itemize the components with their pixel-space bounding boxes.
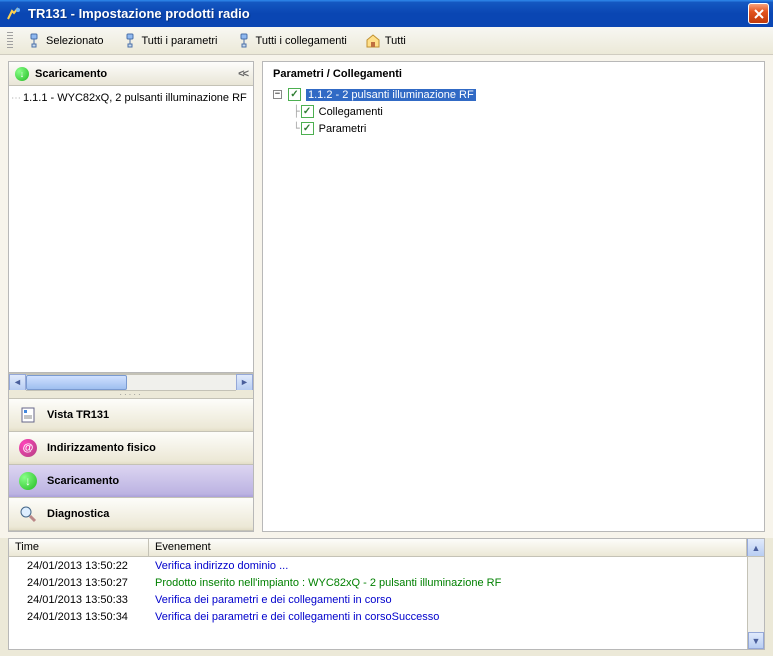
scroll-left-button[interactable]: ◄	[9, 374, 26, 391]
tree-child-links[interactable]: ├ Collegamenti	[273, 103, 754, 120]
checkbox-checked-icon[interactable]	[288, 88, 301, 101]
log-body: 24/01/2013 13:50:22Verifica indirizzo do…	[9, 557, 764, 649]
toolbar-selected[interactable]: Selezionato	[18, 29, 112, 53]
tree-item-label: 1.1.1 - WYC82xQ, 2 pulsanti illuminazion…	[23, 92, 247, 104]
scroll-up-button[interactable]: ▲	[747, 539, 764, 556]
toolbar-all-params-label: Tutti i parametri	[142, 35, 218, 47]
toolbar: Selezionato Tutti i parametri Tutti i co…	[0, 27, 773, 55]
log-row[interactable]: 24/01/2013 13:50:27Prodotto inserito nel…	[9, 574, 747, 591]
right-panel: Parametri / Collegamenti − 1.1.2 - 2 pul…	[262, 61, 765, 532]
params-tree[interactable]: − 1.1.2 - 2 pulsanti illuminazione RF ├ …	[273, 86, 754, 137]
tree-root-node[interactable]: − 1.1.2 - 2 pulsanti illuminazione RF	[273, 86, 754, 103]
log-time: 24/01/2013 13:50:22	[9, 560, 149, 572]
toolbar-all-label: Tutti	[385, 35, 406, 47]
splitter[interactable]: ·····	[9, 390, 253, 398]
toolbar-selected-label: Selezionato	[46, 35, 104, 47]
log-row[interactable]: 24/01/2013 13:50:22Verifica indirizzo do…	[9, 557, 747, 574]
sidebar-header[interactable]: ↓ Scaricamento <<	[9, 62, 253, 86]
collapse-button[interactable]: <<	[238, 68, 247, 80]
toolbar-grip	[7, 32, 13, 50]
tree-child-params[interactable]: └ Parametri	[273, 120, 754, 137]
tree-child-params-label: Parametri	[319, 123, 367, 135]
nav-addressing[interactable]: @ Indirizzamento fisico	[9, 432, 253, 465]
sidebar-tree[interactable]: ⋯ 1.1.1 - WYC82xQ, 2 pulsanti illuminazi…	[9, 86, 253, 373]
download-icon: ↓	[15, 67, 29, 81]
toolbar-all-links-label: Tutti i collegamenti	[256, 35, 347, 47]
nav-view-tr131[interactable]: Vista TR131	[9, 399, 253, 432]
log-row[interactable]: 24/01/2013 13:50:34Verifica dei parametr…	[9, 608, 747, 625]
log-text: Prodotto inserito nell'impianto : WYC82x…	[149, 577, 747, 589]
log-text: Verifica indirizzo dominio ...	[149, 560, 747, 572]
nav-addressing-label: Indirizzamento fisico	[47, 442, 156, 454]
checkbox-checked-icon[interactable]	[301, 105, 314, 118]
scroll-thumb[interactable]	[26, 375, 127, 390]
close-button[interactable]	[748, 3, 769, 24]
tree-connector: ⋯	[11, 93, 21, 104]
log-col-event[interactable]: Evenement	[149, 539, 747, 556]
log-header: Time Evenement ▲	[9, 539, 764, 557]
scroll-down-button[interactable]: ▼	[748, 632, 764, 649]
download-arrow-icon: ↓	[19, 472, 37, 490]
window-title: TR131 - Impostazione prodotti radio	[28, 6, 748, 21]
tree-connector: └	[293, 122, 299, 135]
document-icon	[19, 406, 37, 424]
tree-connector: ├	[293, 105, 299, 118]
tree-item[interactable]: ⋯ 1.1.1 - WYC82xQ, 2 pulsanti illuminazi…	[11, 90, 251, 106]
toolbar-all-links[interactable]: Tutti i collegamenti	[228, 29, 355, 53]
tree-child-links-label: Collegamenti	[319, 106, 383, 118]
vertical-scrollbar[interactable]: ▼	[747, 557, 764, 649]
titlebar: TR131 - Impostazione prodotti radio	[0, 0, 773, 27]
log-row[interactable]: 24/01/2013 13:50:33Verifica dei parametr…	[9, 591, 747, 608]
tree-root-label: 1.1.2 - 2 pulsanti illuminazione RF	[306, 89, 476, 101]
log-text: Verifica dei parametri e dei collegament…	[149, 594, 747, 606]
log-col-time[interactable]: Time	[9, 539, 149, 556]
log-text: Verifica dei parametri e dei collegament…	[149, 611, 747, 623]
magnifier-icon	[19, 505, 37, 523]
nav-download-label: Scaricamento	[47, 475, 119, 487]
right-panel-heading: Parametri / Collegamenti	[273, 68, 754, 80]
log-time: 24/01/2013 13:50:33	[9, 594, 149, 606]
main-area: ↓ Scaricamento << ⋯ 1.1.1 - WYC82xQ, 2 p…	[0, 55, 773, 538]
at-icon: @	[19, 439, 37, 457]
sidebar-header-title: Scaricamento	[35, 68, 107, 80]
scroll-right-button[interactable]: ►	[236, 374, 253, 391]
expander-icon[interactable]: −	[273, 90, 282, 99]
nav-view-label: Vista TR131	[47, 409, 109, 421]
log-time: 24/01/2013 13:50:34	[9, 611, 149, 623]
nav-diagnostic[interactable]: Diagnostica	[9, 498, 253, 531]
log-time: 24/01/2013 13:50:27	[9, 577, 149, 589]
horizontal-scrollbar[interactable]: ◄ ►	[9, 373, 253, 390]
nav-diagnostic-label: Diagnostica	[47, 508, 109, 520]
scroll-track[interactable]	[748, 557, 764, 632]
toolbar-all[interactable]: Tutti	[357, 29, 414, 53]
toolbar-all-params[interactable]: Tutti i parametri	[114, 29, 226, 53]
checkbox-checked-icon[interactable]	[301, 122, 314, 135]
log-rows[interactable]: 24/01/2013 13:50:22Verifica indirizzo do…	[9, 557, 747, 649]
nav-buttons: Vista TR131 @ Indirizzamento fisico ↓ Sc…	[9, 398, 253, 531]
scroll-track[interactable]	[26, 374, 236, 391]
left-panel: ↓ Scaricamento << ⋯ 1.1.1 - WYC82xQ, 2 p…	[8, 61, 254, 532]
app-icon	[6, 6, 22, 22]
nav-download[interactable]: ↓ Scaricamento	[9, 465, 253, 498]
log-panel: Time Evenement ▲ 24/01/2013 13:50:22Veri…	[8, 538, 765, 650]
